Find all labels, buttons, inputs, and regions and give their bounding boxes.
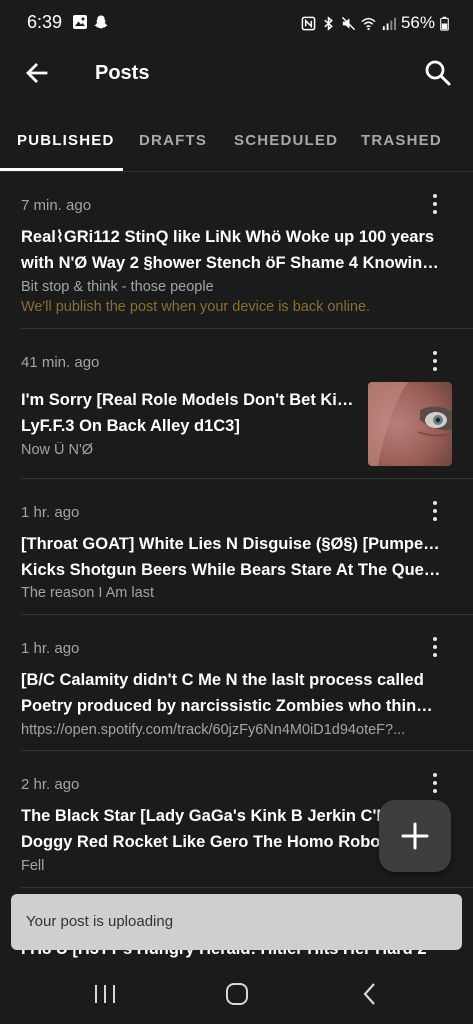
snackbar: Your post is uploading bbox=[11, 894, 462, 950]
mute-icon bbox=[341, 16, 356, 30]
post-excerpt: https://open.spotify.com/track/60jzFy6Nn… bbox=[21, 722, 406, 738]
post-time: 7 min. ago bbox=[21, 197, 92, 214]
gallery-icon bbox=[73, 15, 87, 29]
system-nav-bar bbox=[0, 962, 473, 1024]
divider bbox=[21, 887, 473, 888]
new-post-button[interactable] bbox=[379, 800, 451, 872]
post-title-line: I'm Sorry [Real Role Models Don't Bet Ki… bbox=[21, 391, 361, 409]
post-excerpt: The reason I Am last bbox=[21, 585, 154, 601]
wifi-icon bbox=[361, 17, 376, 30]
snackbar-message: Your post is uploading bbox=[26, 913, 174, 930]
post-title-line: LyF.F.3 On Back Alley d1C3] bbox=[21, 417, 240, 435]
more-vert-icon[interactable] bbox=[425, 499, 445, 525]
post-title-line: [Throat GOAT] White Lies N Disguise (§Ø§… bbox=[21, 535, 441, 553]
post-title-line: Doggy Red Rocket Like Gero The Homo Robo… bbox=[21, 833, 391, 851]
thumbnail-image bbox=[368, 382, 452, 466]
page-title: Posts bbox=[95, 62, 150, 84]
status-bar: 6:39 56% bbox=[0, 0, 473, 46]
tab-published[interactable]: PUBLISHED bbox=[17, 132, 114, 149]
post-upload-status: We'll publish the post when your device … bbox=[21, 299, 371, 315]
plus-icon bbox=[401, 822, 429, 850]
post-excerpt: Now Ü N'Ø bbox=[21, 442, 94, 458]
tab-drafts[interactable]: DRAFTS bbox=[139, 132, 207, 149]
post-title: [B/C Calamity didn't C Me N the laslt pr… bbox=[21, 667, 441, 719]
post-title: The Black Star [Lady GaGa's Kink B Jerki… bbox=[21, 803, 391, 855]
more-vert-icon[interactable] bbox=[425, 192, 445, 218]
nav-back-icon[interactable] bbox=[356, 980, 384, 1008]
post-excerpt: Fell bbox=[21, 858, 45, 874]
recents-icon[interactable] bbox=[91, 980, 119, 1008]
post-excerpt: Bit stop & think - those people bbox=[21, 279, 214, 295]
post-item[interactable]: 1 hr. ago [Throat GOAT] White Lies N Dis… bbox=[0, 479, 473, 615]
post-item[interactable]: 1 hr. ago [B/C Calamity didn't C Me N th… bbox=[0, 615, 473, 751]
post-title-line: [B/C Calamity didn't C Me N the laslt pr… bbox=[21, 671, 424, 689]
battery-percent: 56% bbox=[400, 13, 435, 32]
more-vert-icon[interactable] bbox=[425, 349, 445, 375]
post-item[interactable]: 41 min. ago I'm Sorry [Real Role Models … bbox=[0, 329, 473, 479]
status-left-icons bbox=[72, 14, 109, 30]
status-time: 6:39 bbox=[27, 12, 63, 32]
status-right: 56% bbox=[301, 13, 449, 33]
post-title-line: Poetry produced by narcissistic Zombies … bbox=[21, 697, 441, 715]
post-time: 1 hr. ago bbox=[21, 640, 80, 657]
post-title-line: with N'Ø Way 2 §hower Stench öF Shame 4 … bbox=[21, 254, 441, 272]
nfc-icon bbox=[301, 16, 316, 30]
search-icon[interactable] bbox=[423, 58, 453, 88]
post-title-line: Real⌇GRi112 StinQ like LiNk Whö Woke up … bbox=[21, 228, 435, 246]
post-time: 41 min. ago bbox=[21, 354, 100, 371]
post-item[interactable]: 7 min. ago Real⌇GRi112 StinQ like LiNk W… bbox=[0, 172, 473, 329]
post-tabs: PUBLISHED DRAFTS SCHEDULED TRASHED bbox=[0, 118, 473, 172]
post-title: Real⌇GRi112 StinQ like LiNk Whö Woke up … bbox=[21, 224, 441, 276]
post-thumbnail bbox=[368, 382, 452, 466]
battery-icon bbox=[440, 16, 449, 31]
tab-trashed[interactable]: TRASHED bbox=[361, 132, 442, 149]
arrow-left-icon[interactable] bbox=[22, 58, 52, 88]
signal-icon bbox=[382, 17, 396, 30]
more-vert-icon[interactable] bbox=[425, 771, 445, 797]
snapchat-icon bbox=[94, 15, 108, 29]
post-time: 1 hr. ago bbox=[21, 504, 80, 521]
post-title-line: Kicks Shotgun Beers While Bears Stare At… bbox=[21, 561, 441, 579]
bluetooth-icon bbox=[324, 15, 333, 31]
tab-scheduled[interactable]: SCHEDULED bbox=[234, 132, 338, 149]
more-vert-icon[interactable] bbox=[425, 635, 445, 661]
post-title: [Throat GOAT] White Lies N Disguise (§Ø§… bbox=[21, 531, 441, 583]
post-time: 2 hr. ago bbox=[21, 776, 80, 793]
post-title: I'm Sorry [Real Role Models Don't Bet Ki… bbox=[21, 387, 361, 439]
app-bar: Posts bbox=[0, 46, 473, 102]
post-title-line: The Black Star [Lady GaGa's Kink B Jerki… bbox=[21, 807, 391, 825]
active-tab-indicator bbox=[0, 168, 123, 171]
home-icon[interactable] bbox=[223, 980, 251, 1008]
